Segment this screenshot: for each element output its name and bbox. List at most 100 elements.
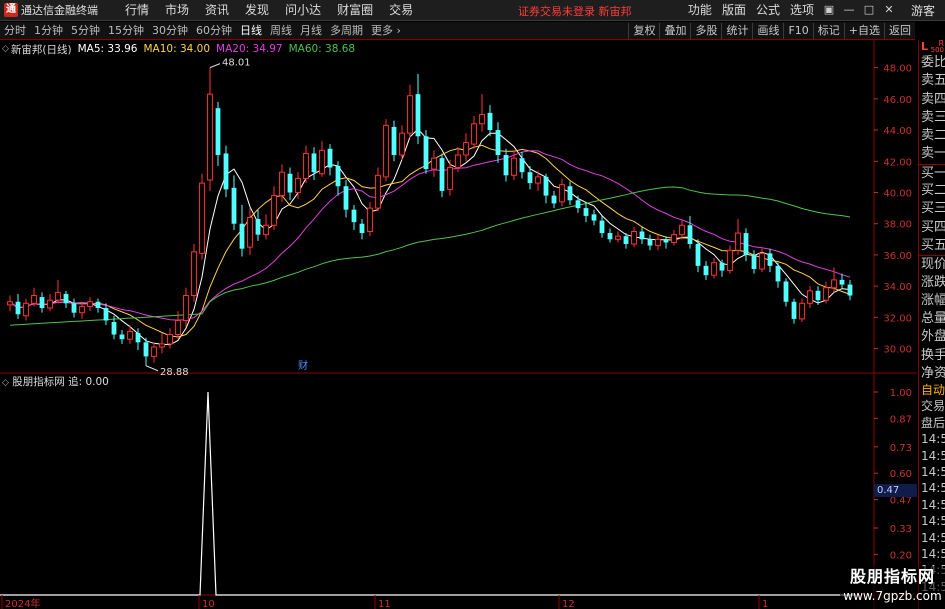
date-tick-label: 1 <box>762 599 768 609</box>
max-price-label: 48.01 <box>222 58 251 69</box>
sub-tick-label: 0.47 <box>890 496 912 507</box>
candle-body-down <box>351 209 357 223</box>
candle-body-up <box>271 195 277 226</box>
date-tick-label: 2024年 <box>5 597 40 609</box>
sub-row: 14:56 <box>921 514 945 529</box>
menu-trade[interactable]: 交易 <box>381 0 421 20</box>
candle-body-down <box>487 112 493 131</box>
period-daily[interactable]: 日线 <box>236 22 266 39</box>
candle-body-down <box>423 136 429 170</box>
menu-discover[interactable]: 发现 <box>237 0 277 20</box>
right-menu: 功能 版面 公式 选项 ▣ — □ ✕ 游客 <box>683 0 945 20</box>
candle-body-down <box>687 225 693 244</box>
restore-icon[interactable]: ▣ <box>819 0 839 20</box>
period-5min[interactable]: 5分钟 <box>67 22 104 39</box>
ma20-legend: MA20: 34.97 <box>216 43 283 55</box>
watermark-title: 股朋指标网 <box>849 567 935 586</box>
period-15min[interactable]: 15分钟 <box>104 22 148 39</box>
price-tick-label: 42.00 <box>883 157 912 168</box>
menu-market[interactable]: 市场 <box>157 0 197 20</box>
guest-user[interactable]: 游客 <box>911 2 935 19</box>
candle-body-up <box>247 216 253 248</box>
tool-stats[interactable]: 统计 <box>721 23 752 39</box>
side-head-L[interactable]: L <box>921 40 928 53</box>
tool-add-watch[interactable]: +自选 <box>843 23 884 39</box>
candle-body-up <box>831 279 837 289</box>
candle-body-down <box>575 200 581 209</box>
maximize-icon[interactable]: □ <box>859 0 879 20</box>
candle-body-down <box>503 155 509 176</box>
sub-row: 14:56 <box>921 481 945 496</box>
candle-body-down <box>775 265 781 282</box>
kline-chart[interactable]: 48.01 28.88 财 48.00 46.00 44.00 42.00 40.00 38.… <box>0 40 945 609</box>
period-intraday[interactable]: 分时 <box>0 22 30 39</box>
period-multi[interactable]: 多周期 <box>326 22 367 39</box>
tool-draw[interactable]: 画线 <box>752 23 783 39</box>
candle-body-up <box>535 176 541 184</box>
period-more[interactable]: 更多 › <box>367 22 405 39</box>
candle-body-up <box>7 301 13 306</box>
menu-options[interactable]: 选项 <box>785 0 819 20</box>
candle-body-down <box>783 281 789 302</box>
candle-body-down <box>63 293 69 304</box>
candle-body-down <box>583 208 589 216</box>
candle-body-down <box>607 233 613 240</box>
candle-body-down <box>391 126 397 156</box>
candle-body-up <box>127 330 133 340</box>
tool-f10[interactable]: F10 <box>783 23 812 39</box>
stock-name[interactable]: 新宙邦(日线) <box>11 42 72 57</box>
tool-multi-stock[interactable]: 多股 <box>690 23 721 39</box>
price-tick-label: 46.00 <box>883 95 912 106</box>
sub-row: 14:56 <box>921 464 945 479</box>
candle-body-up <box>367 207 373 233</box>
menu-function[interactable]: 功能 <box>683 0 717 20</box>
candle-body-down <box>287 173 293 193</box>
candle-body-up <box>263 224 269 236</box>
period-60min[interactable]: 60分钟 <box>192 22 236 39</box>
sub-row: 14:56 <box>921 432 945 447</box>
login-warning[interactable]: 证券交易未登录 新宙邦 <box>518 3 632 19</box>
menu-layout[interactable]: 版面 <box>717 0 751 20</box>
menu-ask[interactable]: 问小达 <box>277 0 329 20</box>
candle-body-up <box>671 234 677 243</box>
sub-indicator-name[interactable]: 股朋指标网 <box>12 376 65 388</box>
tool-back[interactable]: 返回 <box>884 23 915 39</box>
menu-news[interactable]: 资讯 <box>197 0 237 20</box>
side-row: 涨幅 <box>921 292 945 308</box>
period-30min[interactable]: 30分钟 <box>148 22 192 39</box>
sub-tick-label: 0.20 <box>890 550 912 561</box>
sub-tick-label: 0.73 <box>890 443 912 454</box>
auto-toggle[interactable]: 自动 <box>919 382 945 398</box>
candle-body-up <box>319 149 325 175</box>
candle-body-down <box>847 284 853 296</box>
close-icon[interactable]: ✕ <box>879 0 899 20</box>
sub-indicator-value: 追: 0.00 <box>68 376 109 388</box>
menu-formula[interactable]: 公式 <box>751 0 785 20</box>
candle-body-up <box>55 291 61 301</box>
candle-body-up <box>175 319 181 336</box>
period-weekly[interactable]: 周线 <box>266 22 296 39</box>
tool-overlay[interactable]: 叠加 <box>659 23 690 39</box>
ma5-legend: MA5: 33.96 <box>77 43 138 55</box>
candle-body-up <box>407 95 413 134</box>
side-row: 委比 <box>921 55 945 70</box>
period-1min[interactable]: 1分钟 <box>30 22 67 39</box>
sub-row: 14:56 <box>921 530 945 545</box>
minimize-icon[interactable]: — <box>839 0 859 20</box>
candle-body-down <box>359 223 365 234</box>
candle-body-down <box>663 239 669 243</box>
sub-rows: 自动交易盘后14:5614:5614:5614:5614:5614:5614:5… <box>919 382 945 595</box>
menu-quotes[interactable]: 行情 <box>117 0 157 20</box>
menu-wealth[interactable]: 财富圈 <box>329 0 381 20</box>
period-monthly[interactable]: 月线 <box>296 22 326 39</box>
app-title: 通达信金融终端 <box>21 4 98 17</box>
candle-body-up <box>47 299 53 309</box>
candle-body-up <box>375 174 381 209</box>
candle-body-up <box>295 177 301 193</box>
candle-body-down <box>791 301 797 319</box>
sub-row: 14:56 <box>921 546 945 561</box>
tool-mark[interactable]: 标记 <box>812 23 844 39</box>
sub-tick-label: 0.33 <box>890 524 912 535</box>
tool-adjust[interactable]: 复权 <box>628 23 659 39</box>
side-row: 卖二 <box>921 128 945 144</box>
